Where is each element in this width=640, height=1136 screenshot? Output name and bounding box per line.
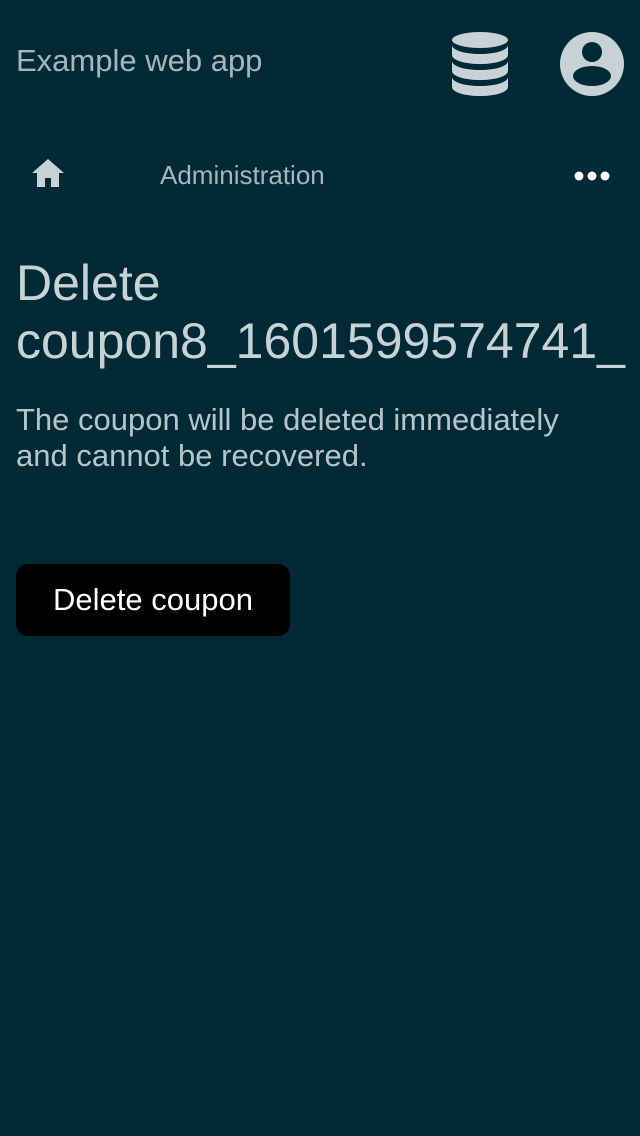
delete-warning-text: The coupon will be deleted immediately a…: [16, 402, 559, 473]
delete-coupon-button[interactable]: Delete coupon: [16, 564, 290, 636]
app-title[interactable]: Example web app: [16, 42, 262, 80]
database-button[interactable]: [446, 28, 514, 100]
nav-link-administration[interactable]: Administration: [160, 160, 325, 190]
database-icon: [452, 32, 508, 96]
page-title-line1: Delete: [16, 255, 161, 311]
account-circle-icon: [560, 32, 624, 96]
page-title: Delete coupon8_1601599574741_: [16, 254, 640, 370]
account-button[interactable]: [556, 28, 628, 100]
more-horizontal-icon: [574, 171, 610, 181]
more-options-button[interactable]: [566, 154, 618, 198]
home-icon: [32, 159, 64, 187]
page-title-coupon-id: coupon8_1601599574741_: [16, 313, 625, 369]
home-link[interactable]: [24, 152, 72, 194]
app-header: Example web app: [0, 0, 640, 124]
breadcrumb-nav: Administration: [0, 140, 640, 210]
